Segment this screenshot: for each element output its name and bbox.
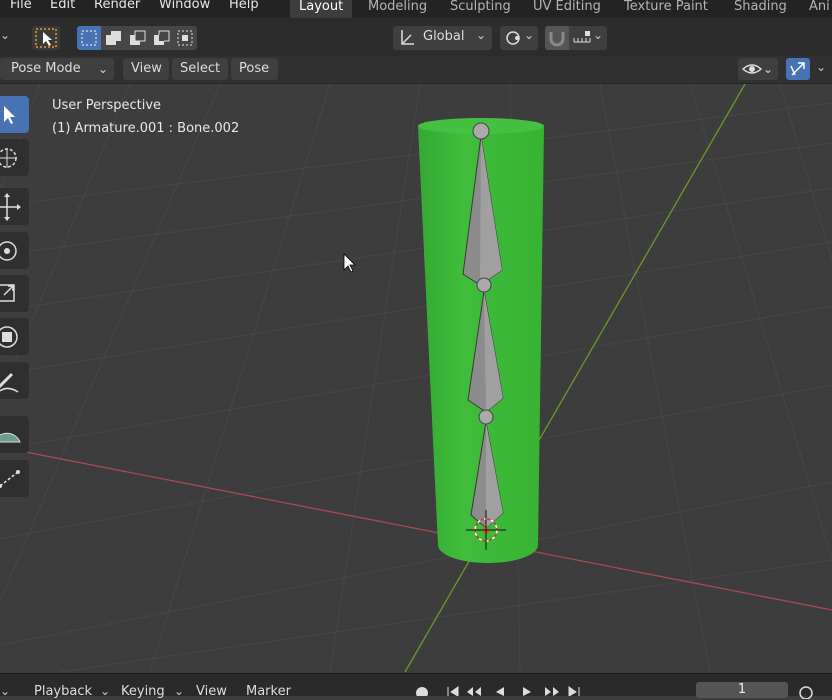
chevron-down-icon: ⌄ [174, 684, 185, 698]
menu-marker[interactable]: Marker [246, 684, 291, 699]
tweak-tool-button[interactable] [32, 26, 60, 50]
menu-timeline-view[interactable]: View [196, 684, 227, 699]
transform-orientation-dropdown[interactable]: Global ⌄ [393, 26, 492, 50]
playback-controls [411, 682, 591, 700]
menu-pose[interactable]: Pose [231, 58, 278, 80]
viewport-header: Pose Mode ⌄ View Select Pose ⌄ ⌄ [0, 56, 832, 84]
menu-edit[interactable]: Edit [50, 0, 75, 12]
chevron-down-icon: ⌄ [100, 684, 111, 698]
interaction-mode-dropdown[interactable]: Pose Mode ⌄ [0, 58, 114, 80]
chevron-down-icon[interactable]: ⌄ [816, 60, 826, 74]
menu-help[interactable]: Help [229, 0, 259, 12]
select-mode-set-button[interactable] [77, 26, 101, 50]
ruler-icon [0, 470, 20, 488]
x-axis-line [0, 446, 832, 611]
current-frame-field[interactable]: 1 [696, 682, 788, 698]
menu-keying[interactable]: Keying [121, 684, 165, 699]
cursor-tool-icon [0, 148, 17, 168]
select-subtract-icon [130, 30, 146, 45]
snap-target-dropdown[interactable]: ⌄ [569, 26, 607, 50]
protractor-icon [0, 432, 21, 443]
cursor-select-icon [35, 28, 57, 48]
tab-animation[interactable]: Ani [800, 0, 832, 18]
tool-rotate[interactable] [0, 232, 29, 269]
menu-render[interactable]: Render [94, 0, 140, 12]
visibility-dropdown[interactable]: ⌄ [738, 58, 778, 80]
tool-header: ⌄ Global ⌄ ⌄ ⌄ [0, 18, 832, 56]
eye-icon [741, 64, 763, 74]
menu-file[interactable]: File [10, 0, 32, 12]
chevron-down-icon: ⌄ [523, 28, 534, 42]
view-perspective-label: User Perspective [52, 98, 162, 113]
tool-transform[interactable] [0, 318, 29, 355]
stopwatch-icon[interactable] [796, 683, 820, 699]
tab-layout[interactable]: Layout [290, 0, 353, 18]
tool-cursor[interactable] [0, 139, 29, 176]
chevron-down-icon: ⌄ [592, 28, 603, 42]
tab-texture-paint[interactable]: Texture Paint [615, 0, 717, 18]
pivot-point-dropdown[interactable]: ⌄ [500, 26, 538, 50]
snap-toggle-button[interactable] [545, 26, 569, 50]
menu-select[interactable]: Select [172, 58, 228, 80]
gizmo-icon [790, 62, 805, 76]
menu-view[interactable]: View [123, 58, 169, 80]
mouse-pointer-icon [343, 253, 356, 273]
select-mode-intersect-button[interactable] [173, 26, 197, 50]
chevron-down-icon: ⌄ [97, 62, 108, 76]
pencil-icon [0, 372, 19, 393]
select-mode-extend-button[interactable] [101, 26, 125, 50]
viewport-scene [0, 84, 832, 672]
floor-grid [0, 84, 832, 672]
3d-viewport[interactable]: User Perspective (1) Armature.001 : Bone… [0, 84, 832, 672]
active-object-label: (1) Armature.001 : Bone.002 [52, 121, 240, 136]
magnet-icon [549, 32, 565, 47]
move-icon [0, 193, 21, 221]
tab-uv-editing[interactable]: UV Editing [524, 0, 610, 18]
scale-icon [0, 284, 15, 302]
gizmo-toggle-button[interactable] [786, 58, 810, 80]
select-mode-subtract-button[interactable] [125, 26, 149, 50]
select-invert-icon [154, 30, 170, 45]
orientation-label: Global [423, 29, 465, 44]
menu-playback[interactable]: Playback [34, 684, 92, 699]
transform-icon [0, 326, 18, 348]
tool-move[interactable] [0, 188, 29, 225]
chevron-down-icon: ⌄ [475, 28, 486, 42]
mode-label: Pose Mode [11, 61, 81, 76]
tab-shading[interactable]: Shading [725, 0, 796, 18]
chevron-down-icon: ⌄ [762, 62, 773, 76]
top-menu-bar: File Edit Render Window Help Layout Mode… [0, 0, 832, 18]
chevron-down-icon[interactable]: ⌄ [0, 28, 10, 42]
tool-measure[interactable] [0, 416, 29, 453]
menu-window[interactable]: Window [159, 0, 210, 12]
cursor-select-icon [4, 106, 15, 124]
axis-orientation-icon [401, 30, 414, 45]
tool-scale[interactable] [0, 275, 29, 312]
select-intersect-icon [177, 30, 193, 46]
rotate-icon [0, 241, 17, 261]
select-mode-invert-button[interactable] [149, 26, 173, 50]
select-extend-icon [106, 31, 121, 45]
tab-sculpting[interactable]: Sculpting [441, 0, 520, 18]
select-new-icon [81, 30, 97, 46]
timeline-header: ⌄ Playback ⌄ Keying ⌄ View Marker 1 [0, 673, 832, 699]
tool-annotate[interactable] [0, 362, 29, 399]
chevron-down-icon[interactable]: ⌄ [0, 684, 10, 698]
tool-bone-roll[interactable] [0, 460, 29, 497]
tool-select-box[interactable] [0, 96, 29, 133]
tab-modeling[interactable]: Modeling [359, 0, 436, 18]
snap-increment-icon [573, 31, 591, 43]
